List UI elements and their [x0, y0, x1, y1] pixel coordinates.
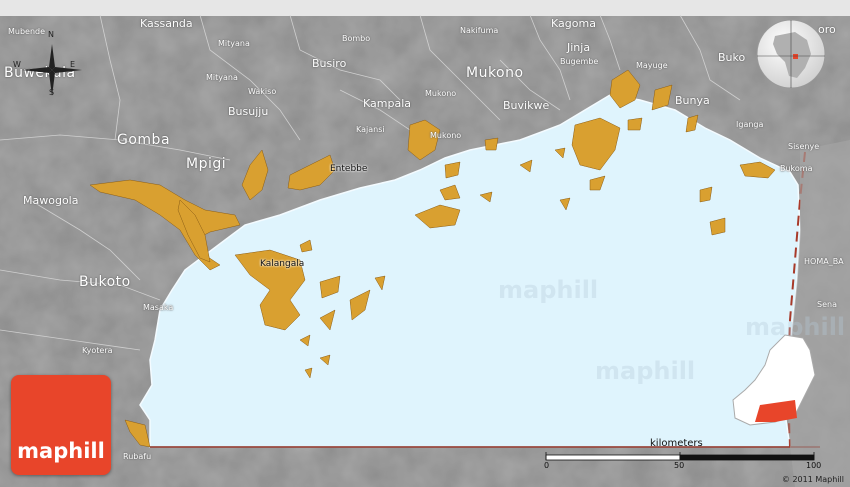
label-kagoma: Kagoma	[551, 17, 596, 30]
label-mpigi: Mpigi	[186, 156, 227, 172]
label-gomba: Gomba	[117, 132, 171, 148]
label-kampala: Kampala	[363, 97, 411, 110]
label-kyotera: Kyotera	[82, 346, 113, 355]
label-mubende: Mubende	[8, 27, 46, 36]
globe-locator-icon	[755, 18, 827, 90]
label-nakifuma: Nakifuma	[460, 26, 499, 35]
label-mayuge: Mayuge	[636, 61, 668, 70]
maphill-logo[interactable]: maphill	[11, 375, 111, 475]
watermark: maphill	[595, 357, 696, 385]
label-mityana-region: Mityana	[218, 39, 250, 48]
map-canvas[interactable]: maphill maphill maphill Kassanda Mubende…	[0, 0, 850, 487]
compass-w: W	[13, 60, 21, 69]
label-bunya: Bunya	[675, 94, 710, 107]
label-buvikwe: Buvikwe	[503, 99, 550, 112]
label-mukono-small: Mukono	[430, 131, 462, 140]
label-kajansi: Kajansi	[356, 125, 385, 134]
label-busiro: Busiro	[312, 57, 347, 70]
label-busujju: Busujju	[228, 105, 269, 118]
label-bombo: Bombo	[342, 34, 371, 43]
logo-text: maphill	[17, 439, 105, 463]
label-rubafu: Rubafu	[123, 452, 152, 461]
label-sena: Sena	[817, 300, 837, 309]
compass-rose-icon: N S E W	[12, 30, 82, 100]
scale-tick-0: 0	[544, 461, 550, 470]
compass-e: E	[70, 60, 76, 69]
label-mityana: Mityana	[206, 73, 238, 82]
compass-s: S	[49, 88, 55, 97]
label-entebbe: Entebbe	[330, 164, 368, 174]
label-masaka: Masaka	[143, 303, 174, 312]
label-mukono-region: Mukono	[466, 65, 524, 81]
label-bugembe: Bugembe	[560, 57, 599, 66]
label-mukono-town: Mukono	[425, 89, 457, 98]
compass-n: N	[48, 30, 54, 39]
label-mawogola: Mawogola	[23, 194, 79, 207]
scale-tick-100: 100	[806, 461, 822, 470]
label-bukoma: Bukoma	[780, 164, 813, 173]
label-iganga: Iganga	[736, 120, 764, 129]
label-jinja: Jinja	[567, 41, 591, 54]
scale-tick-50: 50	[674, 461, 685, 470]
watermark: maphill	[498, 276, 599, 304]
label-wakiso: Wakiso	[248, 87, 277, 96]
label-kalangala: Kalangala	[260, 259, 305, 269]
label-sisenye: Sisenye	[788, 142, 820, 151]
label-bukooli: Buko	[718, 51, 746, 64]
scale-title: kilometers	[650, 438, 703, 449]
uganda-inset-icon	[725, 330, 825, 445]
relief-map	[0, 0, 850, 487]
copyright: © 2011 Maphill	[781, 475, 844, 484]
label-bukoto: Bukoto	[79, 274, 131, 290]
label-homa-bay: HOMA_BA	[804, 257, 844, 266]
scale-bar: kilometers 0 50 100	[540, 438, 830, 478]
label-kassanda: Kassanda	[140, 17, 193, 30]
